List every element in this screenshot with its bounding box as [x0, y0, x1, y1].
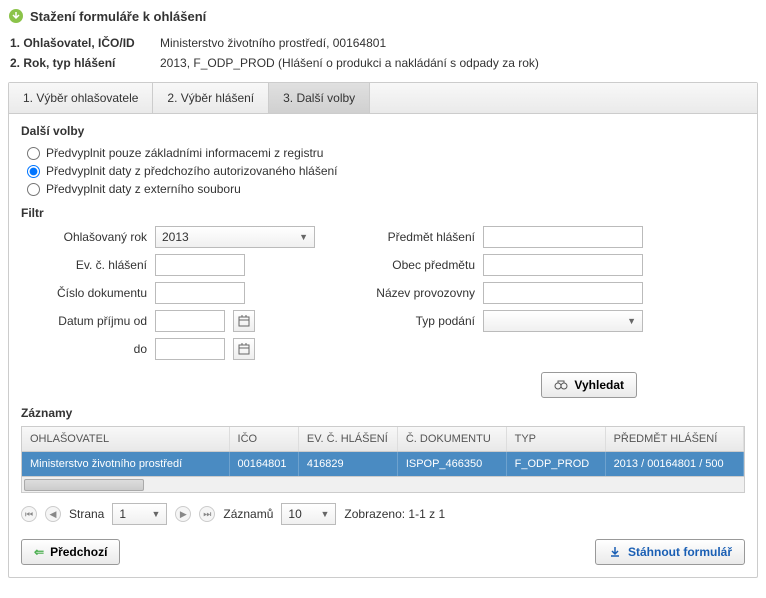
search-button-row: Vyhledat	[9, 372, 637, 398]
download-icon	[608, 545, 622, 559]
pager-page-label: Strana	[69, 507, 104, 521]
label-typ: Typ podání	[355, 314, 475, 328]
input-dateto[interactable]	[155, 338, 225, 360]
table-header: OHLAŠOVATEL IČO EV. Č. HLÁŠENÍ Č. DOKUME…	[22, 427, 744, 452]
datepicker-to-button[interactable]	[233, 338, 255, 360]
bottom-buttons: ⇐ Předchozí Stáhnout formulář	[21, 539, 745, 565]
pager-shown-text: Zobrazeno: 1-1 z 1	[344, 507, 445, 521]
pager-page-value: 1	[119, 507, 126, 521]
filter-grid: Ohlašovaný rok 2013 ▼ Ev. č. hlášení Čís…	[27, 226, 739, 360]
pager-next-button[interactable]: ▶	[175, 506, 191, 522]
th-ico[interactable]: IČO	[230, 427, 299, 451]
label-subject: Předmět hlášení	[355, 230, 475, 244]
pager: ⏮ ◀ Strana 1 ▼ ▶ ⏭ Záznamů 10 ▼ Zobrazen…	[21, 503, 745, 525]
filter-col-left: Ohlašovaný rok 2013 ▼ Ev. č. hlášení Čís…	[27, 226, 315, 360]
pager-records-value: 10	[288, 507, 301, 521]
chevron-down-icon: ▼	[627, 316, 636, 326]
select-year[interactable]: 2013 ▼	[155, 226, 315, 248]
calendar-icon	[238, 315, 250, 327]
pager-first-button[interactable]: ⏮	[21, 506, 37, 522]
info-label-2: 2. Rok, typ hlášení	[10, 56, 160, 70]
label-dateto: do	[27, 342, 147, 356]
previous-button-label: Předchozí	[50, 545, 107, 559]
info-label-1: 1. Ohlašovatel, IČO/ID	[10, 36, 160, 50]
pager-last-button[interactable]: ⏭	[199, 506, 215, 522]
label-evc: Ev. č. hlášení	[27, 258, 147, 272]
select-year-value: 2013	[162, 230, 189, 244]
cell-ohlasovatel: Ministerstvo životního prostředí	[22, 452, 230, 476]
cell-evc: 416829	[299, 452, 398, 476]
previous-button[interactable]: ⇐ Předchozí	[21, 539, 120, 565]
label-year: Ohlašovaný rok	[27, 230, 147, 244]
download-icon	[8, 8, 24, 24]
radio-previous-report-input[interactable]	[27, 165, 40, 178]
radio-basic-info-label: Předvyplnit pouze základními informacemi…	[46, 146, 323, 160]
info-value-1: Ministerstvo životního prostředí, 001648…	[160, 36, 386, 50]
records-title: Záznamy	[21, 406, 745, 420]
binoculars-icon	[554, 378, 568, 392]
calendar-icon	[238, 343, 250, 355]
prefill-radio-group: Předvyplnit pouze základními informacemi…	[27, 146, 739, 196]
select-typ[interactable]: ▼	[483, 310, 643, 332]
page-container: Stažení formuláře k ohlášení 1. Ohlašova…	[0, 0, 766, 586]
cell-predmet: 2013 / 00164801 / 500	[606, 452, 744, 476]
info-row-2: 2. Rok, typ hlášení 2013, F_ODP_PROD (Hl…	[8, 56, 758, 70]
tab-select-reporter[interactable]: 1. Výběr ohlašovatele	[9, 83, 153, 113]
records-table: OHLAŠOVATEL IČO EV. Č. HLÁŠENÍ Č. DOKUME…	[21, 426, 745, 477]
label-datefrom: Datum příjmu od	[27, 314, 147, 328]
chevron-down-icon: ▼	[151, 509, 160, 519]
radio-external-file-label: Předvyplnit daty z externího souboru	[46, 182, 241, 196]
pager-page-select[interactable]: 1 ▼	[112, 503, 167, 525]
filter-title: Filtr	[21, 206, 745, 220]
input-datefrom[interactable]	[155, 310, 225, 332]
datepicker-from-button[interactable]	[233, 310, 255, 332]
radio-external-file[interactable]: Předvyplnit daty z externího souboru	[27, 182, 739, 196]
label-provoz: Název provozovny	[355, 286, 475, 300]
radio-basic-info[interactable]: Předvyplnit pouze základními informacemi…	[27, 146, 739, 160]
chevron-down-icon: ▼	[320, 509, 329, 519]
pager-prev-button[interactable]: ◀	[45, 506, 61, 522]
section-title: Další volby	[21, 124, 745, 138]
info-value-2: 2013, F_ODP_PROD (Hlášení o produkci a n…	[160, 56, 539, 70]
input-provoz[interactable]	[483, 282, 643, 304]
chevron-down-icon: ▼	[299, 232, 308, 242]
th-ohlasovatel[interactable]: OHLAŠOVATEL	[22, 427, 230, 451]
input-doc[interactable]	[155, 282, 245, 304]
info-row-1: 1. Ohlašovatel, IČO/ID Ministerstvo živo…	[8, 36, 758, 50]
cell-typ: F_ODP_PROD	[507, 452, 606, 476]
page-header: Stažení formuláře k ohlášení	[8, 8, 758, 24]
horizontal-scrollbar[interactable]	[21, 477, 745, 493]
th-predmet[interactable]: PŘEDMĚT HLÁŠENÍ	[606, 427, 744, 451]
main-panel: 1. Výběr ohlašovatele 2. Výběr hlášení 3…	[8, 82, 758, 578]
pager-records-label: Záznamů	[223, 507, 273, 521]
input-subject[interactable]	[483, 226, 643, 248]
table-body: Ministerstvo životního prostředí 0016480…	[22, 452, 744, 476]
tab-other-options[interactable]: 3. Další volby	[269, 83, 370, 113]
filter-col-right: Předmět hlášení Obec předmětu Název prov…	[355, 226, 643, 360]
radio-previous-report[interactable]: Předvyplnit daty z předchozího autorizov…	[27, 164, 739, 178]
search-button[interactable]: Vyhledat	[541, 372, 637, 398]
label-doc: Číslo dokumentu	[27, 286, 147, 300]
tabs: 1. Výběr ohlašovatele 2. Výběr hlášení 3…	[9, 83, 757, 114]
th-typ[interactable]: TYP	[507, 427, 606, 451]
cell-doc: ISPOP_466350	[398, 452, 507, 476]
cell-ico: 00164801	[230, 452, 299, 476]
label-obec: Obec předmětu	[355, 258, 475, 272]
table-row[interactable]: Ministerstvo životního prostředí 0016480…	[22, 452, 744, 476]
radio-basic-info-input[interactable]	[27, 147, 40, 160]
page-title: Stažení formuláře k ohlášení	[30, 9, 206, 24]
pager-records-select[interactable]: 10 ▼	[281, 503, 336, 525]
th-evc[interactable]: EV. Č. HLÁŠENÍ	[299, 427, 398, 451]
radio-external-file-input[interactable]	[27, 183, 40, 196]
th-doc[interactable]: Č. DOKUMENTU	[398, 427, 507, 451]
radio-previous-report-label: Předvyplnit daty z předchozího autorizov…	[46, 164, 338, 178]
download-form-button[interactable]: Stáhnout formulář	[595, 539, 745, 565]
tab-select-report[interactable]: 2. Výběr hlášení	[153, 83, 269, 113]
input-evc[interactable]	[155, 254, 245, 276]
input-obec[interactable]	[483, 254, 643, 276]
search-button-label: Vyhledat	[574, 378, 624, 392]
download-form-button-label: Stáhnout formulář	[628, 545, 732, 559]
arrow-left-icon: ⇐	[34, 545, 44, 559]
scroll-thumb[interactable]	[24, 479, 144, 491]
